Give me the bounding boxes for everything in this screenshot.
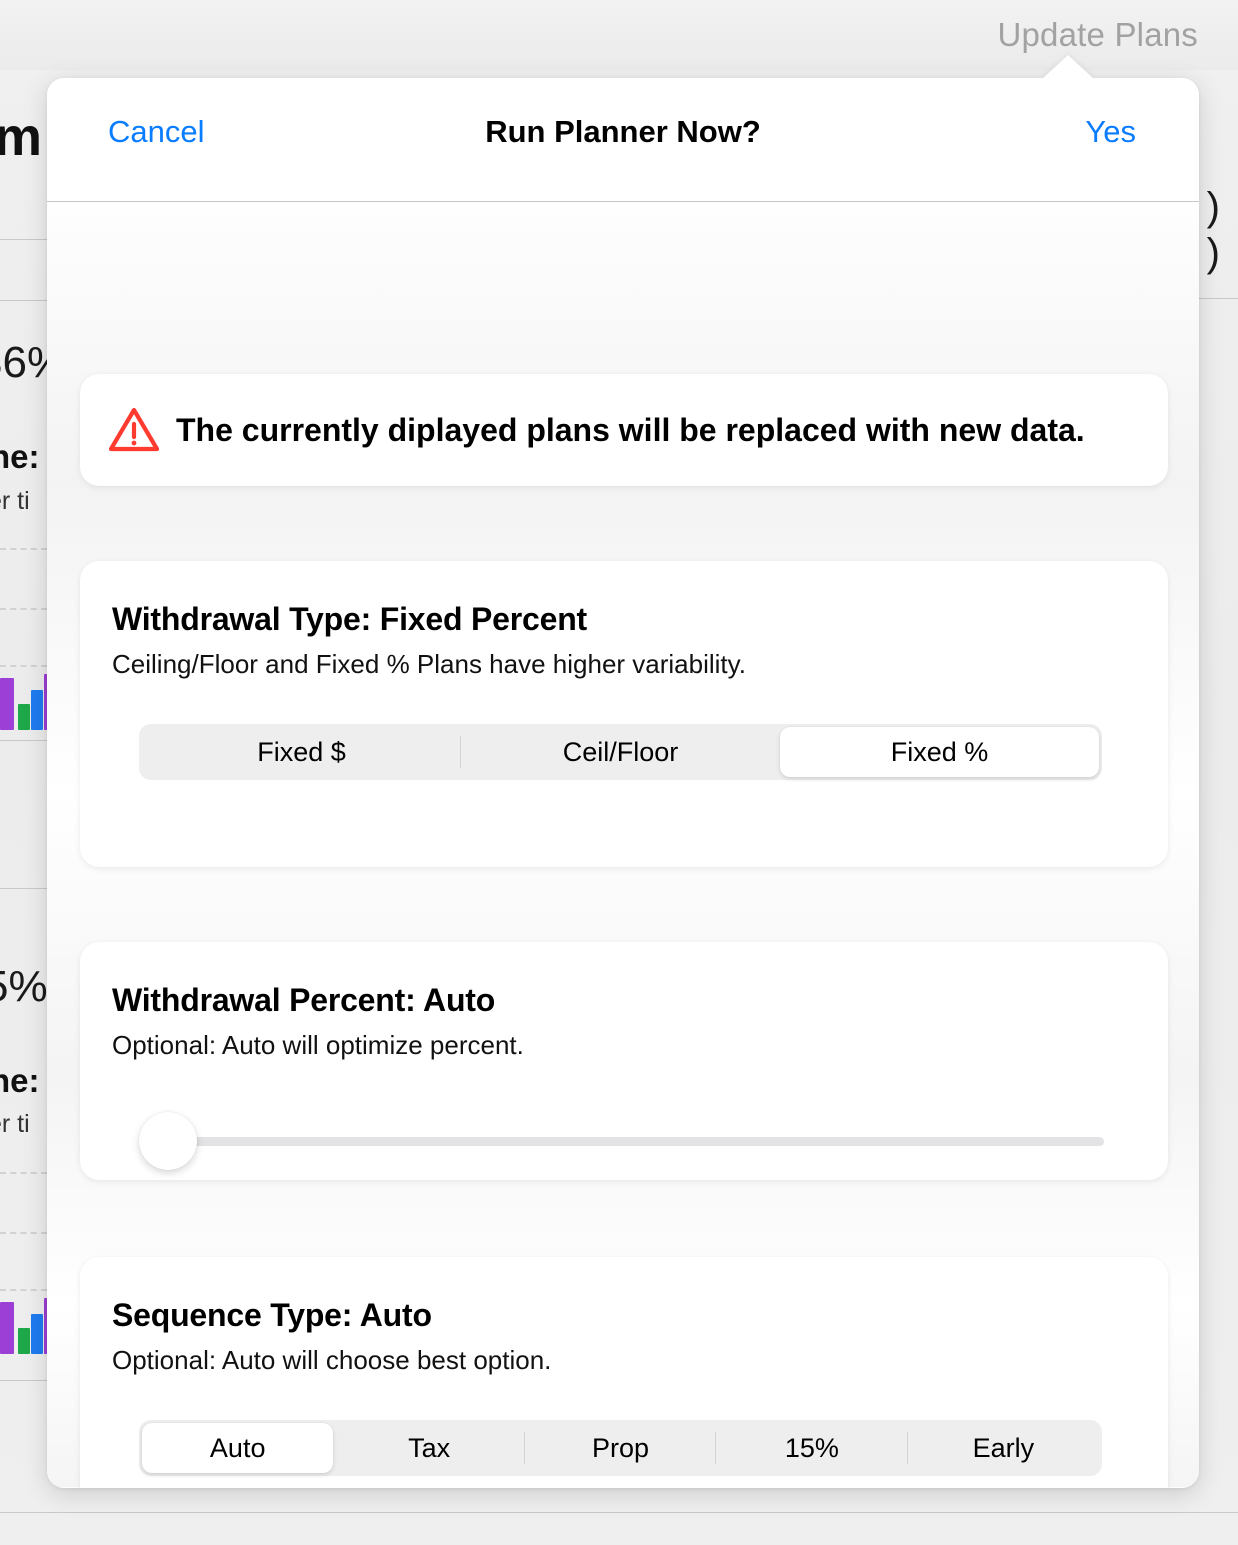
sequence-type-subtitle: Optional: Auto will choose best option. (112, 1345, 552, 1375)
segment-15-percent[interactable]: 15% (716, 1423, 908, 1473)
sequence-type-segmented-control[interactable]: Auto Tax Prop 15% Early (139, 1420, 1102, 1476)
withdrawal-type-subtitle: Ceiling/Floor and Fixed % Plans have hig… (112, 649, 746, 679)
dialog-header: Cancel Run Planner Now? Yes (47, 78, 1199, 202)
background-label-fragment: ne: (0, 438, 40, 475)
chart-bar (31, 1314, 43, 1354)
withdrawal-type-segmented-control[interactable]: Fixed $ Ceil/Floor Fixed % (139, 724, 1102, 780)
segment-label: Ceil/Floor (562, 736, 679, 767)
segment-fixed-percent[interactable]: Fixed % (780, 727, 1099, 777)
segment-label: 15% (784, 1432, 839, 1463)
segment-auto[interactable]: Auto (142, 1423, 334, 1473)
warning-message: The currently diplayed plans will be rep… (176, 411, 1085, 448)
confirm-yes-button[interactable]: Yes (1085, 114, 1136, 150)
sequence-type-card: Sequence Type: Auto Optional: Auto will … (80, 1257, 1168, 1488)
chart-bar (31, 690, 43, 730)
background-percent-fragment-2: 5% (0, 962, 48, 1011)
background-bar-chart (0, 1294, 58, 1354)
segment-label: Tax (408, 1432, 451, 1463)
dialog-title: Run Planner Now? (485, 114, 761, 149)
update-plans-button[interactable]: Update Plans (997, 16, 1198, 54)
segment-ceil-floor[interactable]: Ceil/Floor (461, 727, 780, 777)
slider-thumb[interactable] (139, 1112, 197, 1170)
slider-track[interactable] (164, 1137, 1104, 1146)
segment-label: Early (972, 1432, 1035, 1463)
withdrawal-percent-card: Withdrawal Percent: Auto Optional: Auto … (80, 942, 1168, 1180)
background-gridline (0, 608, 47, 610)
background-rule (0, 239, 47, 240)
segment-label: Prop (591, 1432, 650, 1463)
dialog-body: The currently diplayed plans will be rep… (47, 202, 1199, 1488)
withdrawal-type-card: Withdrawal Type: Fixed Percent Ceiling/F… (80, 561, 1168, 867)
run-planner-dialog: Cancel Run Planner Now? Yes The currentl… (47, 78, 1199, 1488)
background-gridline (0, 548, 47, 550)
chart-bar (18, 1328, 30, 1354)
background-rule (0, 888, 47, 889)
withdrawal-percent-subtitle: Optional: Auto will optimize percent. (112, 1030, 524, 1060)
background-gridline (0, 1172, 47, 1174)
warning-card: The currently diplayed plans will be rep… (80, 374, 1168, 486)
background-gridline (0, 1232, 47, 1234)
popover-caret-icon (1041, 55, 1095, 80)
background-rule (0, 740, 47, 741)
background-rule (0, 300, 47, 301)
segment-prop[interactable]: Prop (525, 1423, 717, 1473)
background-rule (0, 1380, 47, 1381)
segment-label: Auto (209, 1432, 266, 1463)
background-paren-fragment: ) (1206, 231, 1220, 275)
background-sublabel-fragment: er ti (0, 487, 30, 515)
background-rule (0, 1512, 1238, 1513)
segment-label: Fixed % (890, 736, 989, 767)
chart-bar (0, 1302, 14, 1354)
withdrawal-percent-title: Withdrawal Percent: Auto (112, 982, 496, 1018)
chart-bar (0, 678, 14, 730)
warning-triangle-icon (108, 406, 162, 454)
withdrawal-percent-slider[interactable] (139, 1111, 1104, 1171)
background-gridline (0, 1289, 47, 1291)
segment-tax[interactable]: Tax (333, 1423, 525, 1473)
background-paren-fragment: ) (1206, 185, 1220, 229)
sequence-type-title: Sequence Type: Auto (112, 1297, 432, 1333)
background-sublabel-fragment: er ti (0, 1110, 30, 1138)
background-label-fragment: ne: (0, 1062, 40, 1099)
background-gridline (0, 665, 47, 667)
chart-bar (18, 704, 30, 730)
background-bar-chart (0, 670, 58, 730)
segment-label: Fixed $ (257, 736, 346, 767)
segment-fixed-dollar[interactable]: Fixed $ (142, 727, 461, 777)
background-title-fragment: m (0, 107, 42, 167)
withdrawal-type-title: Withdrawal Type: Fixed Percent (112, 601, 588, 637)
segment-early[interactable]: Early (908, 1423, 1099, 1473)
